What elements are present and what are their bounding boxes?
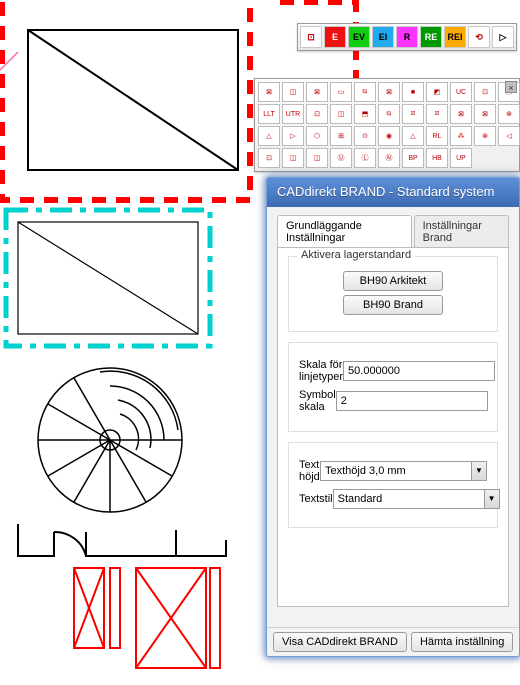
palette-symbol[interactable]: ⊠ [378, 82, 400, 102]
bh90-arkitekt-button[interactable]: BH90 Arkitekt [343, 271, 443, 291]
group-scale: Skala för linjetyper Symbol skala [288, 342, 498, 432]
palette-symbol[interactable]: ▭ [330, 82, 352, 102]
palette-symbol[interactable]: Ⓤ [330, 148, 352, 168]
line-scale-input[interactable] [343, 361, 495, 381]
text-height-label: Text höjd [299, 459, 320, 483]
palette-symbol[interactable]: ⧅ [354, 82, 376, 102]
tab-basic[interactable]: Grundläggande Inställningar [277, 215, 412, 248]
palette-symbol[interactable]: ⊡ [258, 148, 280, 168]
toolbar-button[interactable]: RE [420, 26, 442, 48]
text-style-label: Textstil [299, 493, 333, 505]
toolbar-button[interactable]: R [396, 26, 418, 48]
palette-symbol[interactable]: ■ [402, 82, 424, 102]
palette-symbol[interactable]: LLT [258, 104, 280, 124]
toolbar-button[interactable]: ⊡ [300, 26, 322, 48]
palette-symbol[interactable]: ⊠ [450, 104, 472, 124]
palette-symbol[interactable]: ⧄ [426, 104, 448, 124]
palette-symbol[interactable]: ⊠ [306, 82, 328, 102]
color-toolbar: ⊡EEVEIRREREI⟲▷ [297, 23, 517, 51]
palette-symbol[interactable]: ⁂ [450, 126, 472, 146]
palette-symbol[interactable]: ◫ [330, 104, 352, 124]
palette-symbol[interactable]: ⊡ [474, 82, 496, 102]
palette-symbol[interactable]: ⊙ [354, 126, 376, 146]
chevron-down-icon[interactable]: ▼ [484, 489, 500, 509]
palette-symbol[interactable]: Ⓛ [354, 148, 376, 168]
palette-symbol[interactable]: ⊡ [306, 104, 328, 124]
bh90-brand-button[interactable]: BH90 Brand [343, 295, 443, 315]
group-title: Aktivera lagerstandard [297, 249, 415, 261]
palette-symbol[interactable]: BP [402, 148, 424, 168]
palette-symbol[interactable]: ⊗ [474, 126, 496, 146]
toolbar-button[interactable]: EI [372, 26, 394, 48]
line-scale-label: Skala för linjetyper [299, 359, 343, 383]
dialog-footer: Visa CADdirekt BRAND Hämta inställning [267, 627, 519, 656]
tab-brand[interactable]: Inställningar Brand [414, 215, 509, 248]
toolbar-button[interactable]: REI [444, 26, 466, 48]
palette-symbol[interactable]: ◫ [282, 82, 304, 102]
palette-symbol[interactable]: ◩ [426, 82, 448, 102]
palette-symbol[interactable]: ⧄ [402, 104, 424, 124]
palette-symbol[interactable]: Ⓝ [378, 148, 400, 168]
toolbar-button[interactable]: EV [348, 26, 370, 48]
palette-symbol[interactable]: ◫ [306, 148, 328, 168]
palette-symbol[interactable]: ⊠ [474, 104, 496, 124]
symbol-palette: × ⊠◫⊠▭⧅⊠■◩UC⊡ⓘLLTUTR⊡◫⬒⧅⧄⧄⊠⊠⊗△▷⬡⊞⊙◉△RL⁂⊗… [254, 78, 520, 172]
palette-symbol[interactable]: ⬒ [354, 104, 376, 124]
tab-panel-basic: Aktivera lagerstandard BH90 Arkitekt BH9… [277, 247, 509, 607]
group-layer-standard: Aktivera lagerstandard BH90 Arkitekt BH9… [288, 256, 498, 332]
palette-symbol[interactable]: UP [450, 148, 472, 168]
palette-symbol[interactable]: HB [426, 148, 448, 168]
palette-symbol[interactable]: RL [426, 126, 448, 146]
text-height-select[interactable] [320, 461, 471, 481]
palette-close-icon[interactable]: × [505, 81, 517, 93]
toolbar-button[interactable]: E [324, 26, 346, 48]
palette-symbol[interactable]: ◁ [498, 126, 520, 146]
group-text: Text höjd ▼ Textstil ▼ [288, 442, 498, 528]
symbol-scale-input[interactable] [336, 391, 488, 411]
palette-symbol[interactable]: ▷ [282, 126, 304, 146]
fetch-settings-button[interactable]: Hämta inställning [411, 632, 513, 652]
text-style-select[interactable] [333, 489, 484, 509]
palette-symbol[interactable]: ◉ [378, 126, 400, 146]
symbol-scale-label: Symbol skala [299, 389, 336, 413]
palette-symbol[interactable]: △ [402, 126, 424, 146]
palette-symbol[interactable]: △ [258, 126, 280, 146]
palette-symbol[interactable]: UC [450, 82, 472, 102]
palette-symbol[interactable]: ⊗ [498, 104, 520, 124]
dialog-title: CADdirekt BRAND - Standard system [267, 178, 519, 207]
palette-symbol[interactable]: ⊞ [330, 126, 352, 146]
palette-symbol[interactable]: ◫ [282, 148, 304, 168]
palette-symbol[interactable]: ⧅ [378, 104, 400, 124]
palette-symbol[interactable]: UTR [282, 104, 304, 124]
palette-symbol[interactable]: ⊠ [258, 82, 280, 102]
toolbar-button[interactable]: ▷ [492, 26, 514, 48]
settings-dialog: CADdirekt BRAND - Standard system Grundl… [266, 177, 520, 657]
chevron-down-icon[interactable]: ▼ [471, 461, 487, 481]
toolbar-button[interactable]: ⟲ [468, 26, 490, 48]
show-caddirekt-button[interactable]: Visa CADdirekt BRAND [273, 632, 407, 652]
palette-symbol[interactable]: ⬡ [306, 126, 328, 146]
tab-bar: Grundläggande Inställningar Inställninga… [277, 215, 509, 248]
